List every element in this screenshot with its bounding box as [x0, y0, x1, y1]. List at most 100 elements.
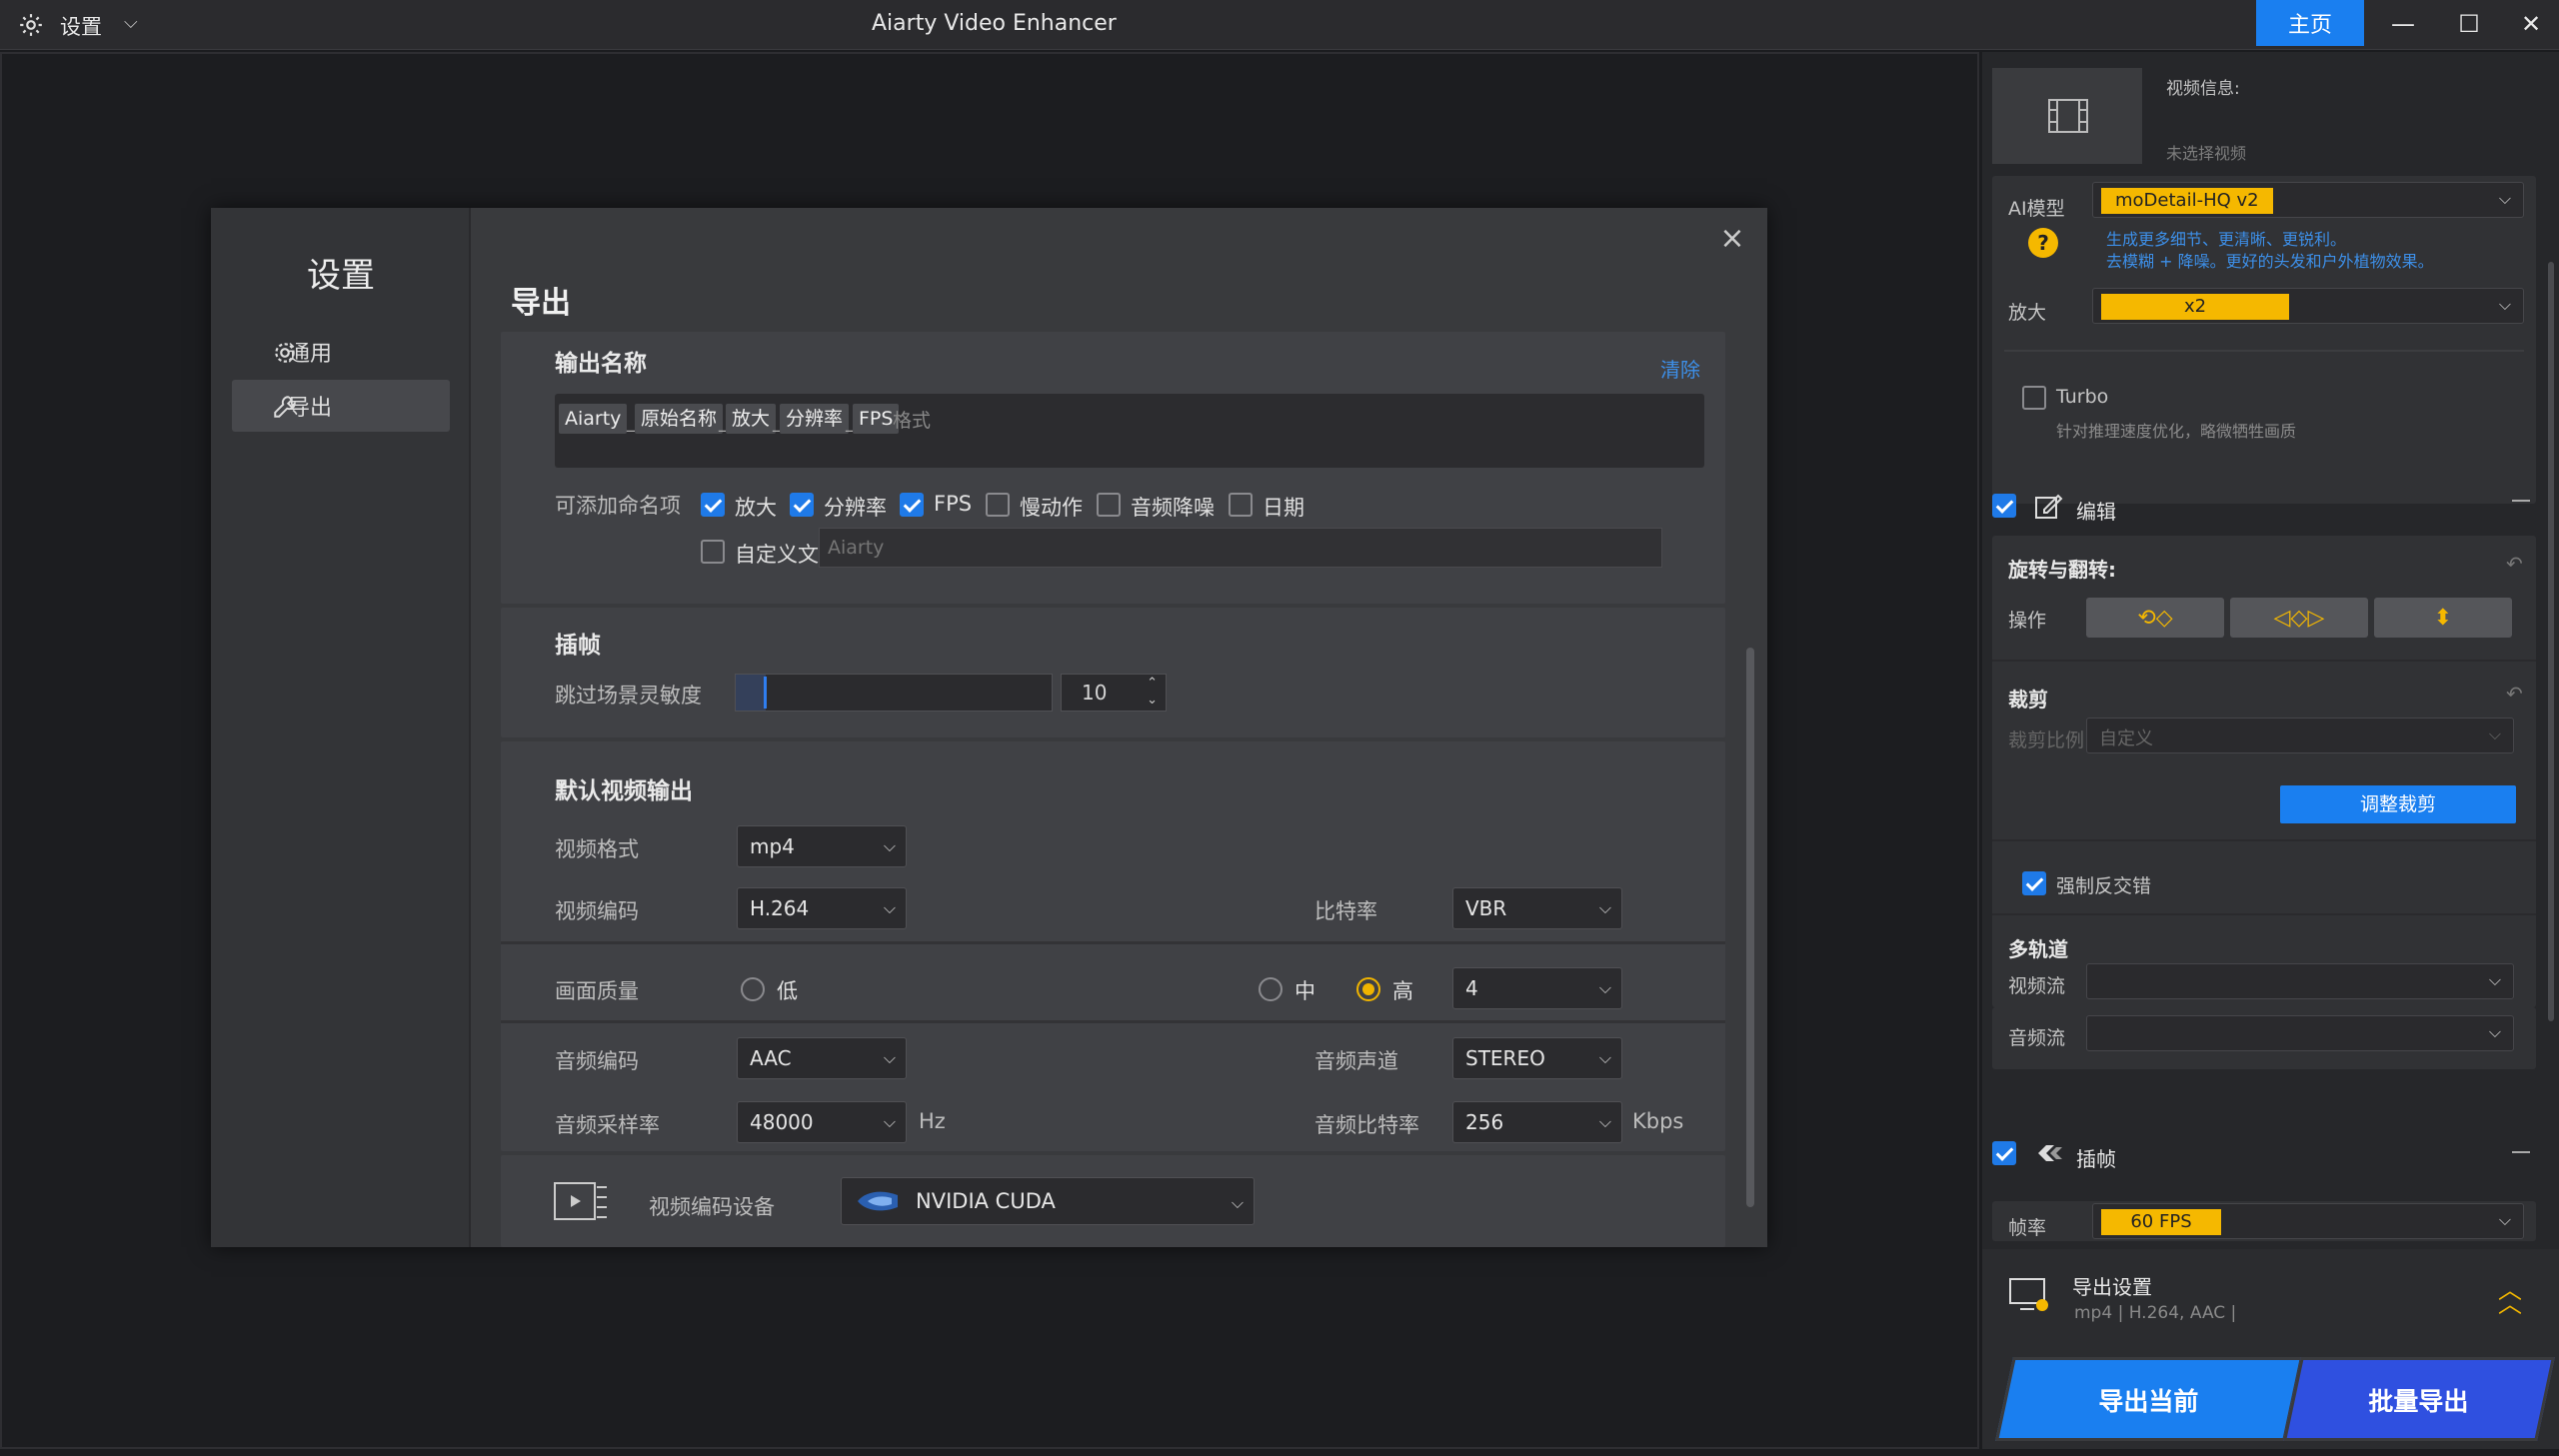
film-icon — [2048, 99, 2088, 133]
adjust-crop-button[interactable]: 调整裁剪 — [2280, 785, 2516, 823]
audio-channel-select[interactable]: STEREO ⌵ — [1452, 1037, 1622, 1079]
flip-vertical-icon: ⬍ — [2433, 605, 2453, 631]
scrollbar[interactable] — [1746, 648, 1754, 1207]
turbo-label: Turbo — [2056, 386, 2109, 408]
batch-export-button[interactable]: 批量导出 — [2283, 1357, 2555, 1441]
quality-label: 画面质量 — [555, 979, 639, 1003]
home-button[interactable]: 主页 — [2256, 0, 2364, 46]
bitrate-select[interactable]: VBR ⌵ — [1452, 887, 1622, 929]
export-settings-desc: mp4 | H.264, AAC | — [2074, 1303, 2237, 1323]
scale-label: 放大 — [2008, 302, 2047, 324]
sensitivity-spinbox[interactable]: 10 ⌃ ⌄ — [1061, 674, 1167, 712]
sample-rate-label: 音频采样率 — [555, 1113, 660, 1137]
video-stream-select[interactable]: ⌵ — [2086, 963, 2514, 999]
scrollbar[interactable] — [2548, 262, 2554, 1021]
gear-icon[interactable] — [18, 12, 44, 42]
right-panel: 视频信息: 未选择视频 AI模型 moDetail-HQ v2 ⌵ ? 生成更多细… — [1982, 52, 2559, 1449]
name-tag[interactable]: 原始名称 — [635, 404, 724, 434]
crop-ratio-label: 裁剪比例 — [2008, 729, 2085, 751]
help-icon[interactable]: ? — [2028, 228, 2058, 258]
collapse-icon[interactable] — [2512, 500, 2530, 502]
name-tag[interactable]: 放大 — [726, 404, 777, 434]
no-video-label: 未选择视频 — [2166, 144, 2247, 163]
export-footer: 导出设置 mp4 | H.264, AAC | ︿ ︿ 导出当前 批量导出 — [1982, 1249, 2559, 1449]
fps-select[interactable]: 60 FPS ⌵ — [2092, 1203, 2524, 1239]
export-settings-label[interactable]: 导出设置 — [2072, 1271, 2152, 1300]
section-header: 输出名称 — [555, 351, 647, 377]
sidebar-title: 设置 — [307, 256, 375, 296]
ai-model-select[interactable]: moDetail-HQ v2 ⌵ — [2092, 182, 2524, 218]
clear-link[interactable]: 清除 — [1660, 354, 1700, 383]
undo-icon[interactable]: ↶ — [2506, 682, 2523, 706]
deinterlace-checkbox[interactable] — [2022, 871, 2046, 895]
fps-label: 帧率 — [2008, 1217, 2047, 1239]
interp-section: 插帧 跳过场景灵敏度 10 ⌃ ⌄ — [501, 608, 1725, 737]
export-settings-icon[interactable] — [2008, 1275, 2052, 1315]
quality-mid-radio[interactable] — [1259, 977, 1282, 1001]
edit-card: 旋转与翻转: ↶ 操作 ⟲◇ ◁◇▷ ⬍ 裁剪 ↶ 裁剪比例 自定义 ⌵ 调整裁剪… — [1992, 536, 2536, 1007]
default-output-section: 默认视频输出 视频格式 mp4 ⌵ 视频编码 H.264 ⌵ 比特率 VBR ⌵ 画面… — [501, 741, 1725, 1151]
sidebar-item-general[interactable]: 通用 — [232, 326, 450, 378]
audio-bitrate-select[interactable]: 256 ⌵ — [1452, 1101, 1622, 1143]
app-title: Aiarty Video Enhancer — [872, 11, 1117, 36]
scale-select[interactable]: x2 ⌵ — [2092, 288, 2524, 324]
maximize-button[interactable]: ☐ — [2437, 0, 2501, 48]
device-select[interactable]: NVIDIA CUDA ⌵ — [841, 1177, 1255, 1225]
export-current-button[interactable]: 导出当前 — [1995, 1357, 2303, 1441]
scale-value: x2 — [2101, 294, 2289, 320]
quality-high-radio[interactable] — [1356, 977, 1380, 1001]
quality-level-select[interactable]: 4 ⌵ — [1452, 967, 1622, 1009]
edit-icon — [2035, 494, 2063, 519]
page-title: 导出 — [511, 286, 571, 321]
name-format-field[interactable]: Aiarty _ 原始名称 _ 放大 _ 分辨率 _ FPS 格式 — [555, 394, 1704, 468]
settings-content: 导出 输出名称 清除 Aiarty _ 原始名称 _ 放大 _ 分辨率 _ FP… — [501, 208, 1730, 1247]
undo-icon[interactable]: ↶ — [2506, 552, 2523, 576]
settings-dialog: 设置 通用 导出 × 导出 输出名称 清除 Aiarty _ 原始名称 _ 放大… — [211, 208, 1767, 1247]
checkbox-resolution[interactable] — [790, 493, 814, 517]
slider-handle[interactable] — [764, 677, 767, 709]
chevron-down-icon[interactable]: ⌵ — [124, 12, 138, 33]
rotate-icon: ⟲◇ — [2137, 605, 2173, 631]
checkbox-fps[interactable] — [900, 493, 924, 517]
minimize-button[interactable]: — — [2371, 0, 2435, 48]
settings-menu-label[interactable]: 设置 — [60, 11, 102, 41]
flip-vertical-button[interactable]: ⬍ — [2374, 598, 2512, 638]
wrench-icon — [274, 396, 296, 418]
expand-up-icon[interactable]: ︿ ︿ — [2498, 1278, 2522, 1316]
turbo-checkbox[interactable] — [2022, 386, 2046, 410]
name-tag[interactable]: 分辨率 — [780, 404, 850, 434]
ai-model-card: AI模型 moDetail-HQ v2 ⌵ ? 生成更多细节、更清晰、更锐利。 去… — [1992, 176, 2536, 504]
format-label: 视频格式 — [555, 837, 639, 861]
interp-checkbox[interactable] — [1992, 1141, 2016, 1165]
rotate-button[interactable]: ⟲◇ — [2086, 598, 2224, 638]
checkbox-custom-text[interactable] — [701, 540, 725, 564]
audio-stream-label: 音频流 — [2008, 1027, 2066, 1049]
checkbox-audio-denoise[interactable] — [1097, 493, 1121, 517]
name-tag[interactable]: Aiarty — [559, 404, 628, 434]
checkbox-date[interactable] — [1229, 493, 1253, 517]
checkbox-scale[interactable] — [701, 493, 725, 517]
nvidia-icon — [856, 1186, 900, 1232]
interp-label: 插帧 — [2076, 1147, 2116, 1171]
sample-rate-select[interactable]: 48000 ⌵ — [737, 1101, 907, 1143]
spin-arrows-icon[interactable]: ⌃ ⌄ — [1147, 675, 1158, 709]
checkbox-slowmo[interactable] — [986, 493, 1010, 517]
edit-checkbox[interactable] — [1992, 494, 2016, 518]
close-button[interactable]: ✕ — [2499, 0, 2559, 48]
rotate-header: 旋转与翻转: — [2008, 558, 2116, 582]
ai-model-value: moDetail-HQ v2 — [2101, 188, 2273, 214]
quality-low-radio[interactable] — [741, 977, 765, 1001]
collapse-icon[interactable] — [2512, 1151, 2530, 1153]
sensitivity-slider[interactable] — [735, 674, 1053, 712]
flip-horizontal-button[interactable]: ◁◇▷ — [2230, 598, 2368, 638]
crop-ratio-select[interactable]: 自定义 ⌵ — [2086, 718, 2514, 753]
operate-label: 操作 — [2008, 610, 2047, 632]
codec-select[interactable]: H.264 ⌵ — [737, 887, 907, 929]
sidebar-item-export[interactable]: 导出 — [232, 380, 450, 432]
format-select[interactable]: mp4 ⌵ — [737, 825, 907, 867]
custom-text-input[interactable] — [819, 528, 1662, 568]
interp-icon — [2038, 1145, 2062, 1161]
audio-codec-select[interactable]: AAC ⌵ — [737, 1037, 907, 1079]
encoder-device-section: 视频编码设备 NVIDIA CUDA ⌵ — [501, 1155, 1725, 1247]
audio-stream-select[interactable]: ⌵ — [2086, 1015, 2514, 1051]
